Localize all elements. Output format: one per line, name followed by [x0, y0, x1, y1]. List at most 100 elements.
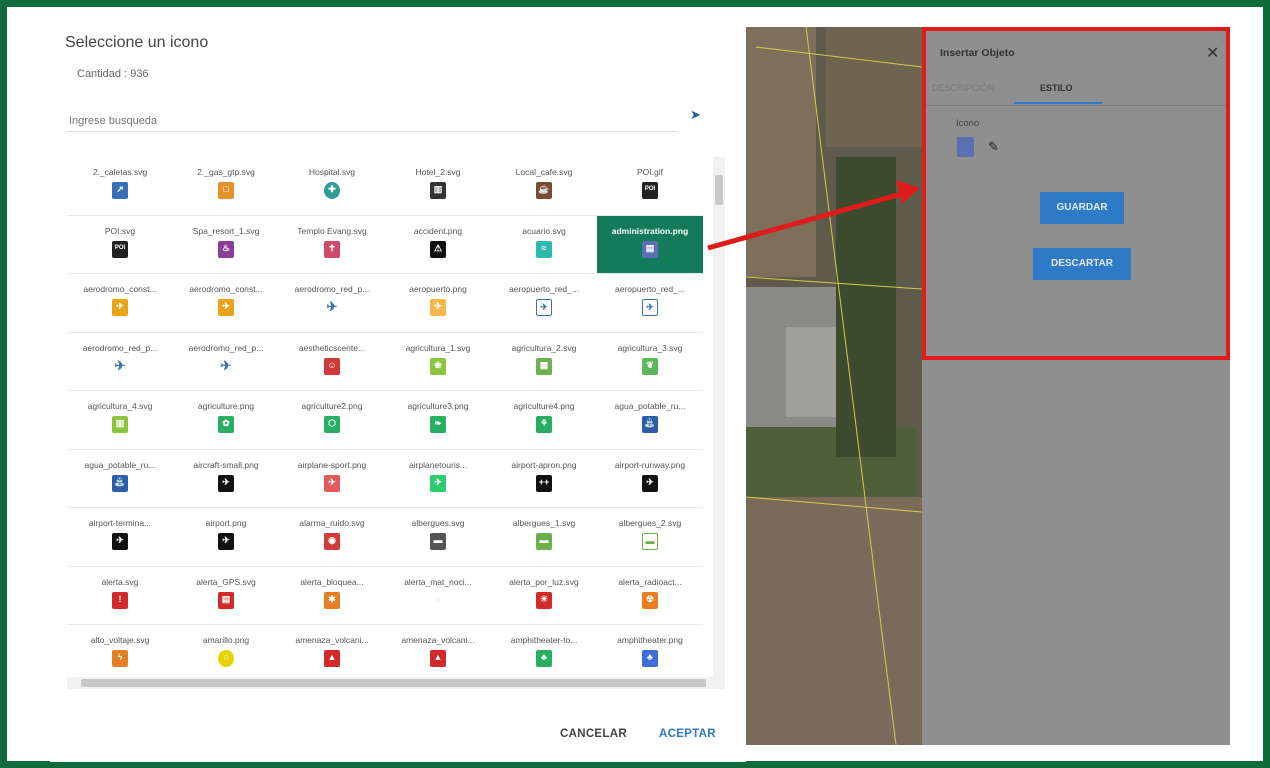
icon-cell[interactable]: aeropuerto_red_... ✈: [491, 274, 597, 333]
icon-cell[interactable]: aerodromo_const... ✈: [67, 274, 173, 333]
save-button[interactable]: GUARDAR: [1040, 192, 1124, 224]
send-icon[interactable]: ➤: [690, 107, 704, 122]
icon-cell[interactable]: aeropuerto.png ✈: [385, 274, 491, 333]
icon-cell[interactable]: alerta_bloquea... ✱: [279, 567, 385, 625]
icon-cell[interactable]: Local_cafe.svg ☕: [491, 157, 597, 216]
icon-filename: amenaza_volcani...: [295, 635, 369, 645]
icon-cell[interactable]: amphitheater.png ♣: [597, 625, 703, 675]
icon-cell[interactable]: alerta.svg!: [67, 567, 173, 625]
icon-field-label: Icono: [956, 118, 980, 129]
icon-cell[interactable]: agricultura_4.svg ▥: [67, 391, 173, 450]
icon-cell[interactable]: agua_potable_ru... ⛲: [597, 391, 703, 450]
icon-cell[interactable]: airport-termina... ✈: [67, 508, 173, 567]
icon-filename: Spa_resort_1.svg: [192, 225, 260, 236]
map-marker-icon: ++: [536, 474, 552, 492]
map-marker-icon: ▬: [430, 533, 446, 550]
map-marker-icon: ⛲: [642, 416, 658, 433]
vertical-scrollbar[interactable]: [713, 157, 725, 679]
cancel-button[interactable]: CANCELAR: [560, 728, 627, 740]
icon-cell[interactable]: amphitheater-to... ♣: [491, 625, 597, 675]
icon-cell[interactable]: Hospital.svg ✚: [279, 157, 385, 216]
map-marker-icon: □: [218, 182, 234, 199]
map-marker-icon: ϟ: [112, 650, 128, 667]
icon-filename: alto_voltaje.svg: [90, 635, 150, 645]
close-icon[interactable]: ✕: [1206, 43, 1219, 63]
icon-filename: albergues.svg: [411, 518, 465, 528]
icon-cell[interactable]: albergues.svg ▬: [385, 508, 491, 567]
icon-cell[interactable]: agua_potable_ru... ⛲: [67, 450, 173, 508]
icon-cell[interactable]: airplanetouris... ✈: [385, 450, 491, 508]
icon-cell[interactable]: Spa_resort_1.svg ♨: [173, 216, 279, 274]
icon-filename: agua_potable_ru...: [84, 459, 156, 470]
icon-filename: agricultura_2.svg: [511, 342, 577, 353]
active-tab-indicator: [1014, 102, 1102, 104]
icon-cell[interactable]: agricultura_2.svg ▦: [491, 333, 597, 391]
discard-button[interactable]: DESCARTAR: [1033, 248, 1131, 280]
icon-cell[interactable]: agricultura_3.svg ❦: [597, 333, 703, 391]
icon-cell[interactable]: aerodromo_const... ✈: [173, 274, 279, 333]
accept-button[interactable]: ACEPTAR: [659, 728, 716, 740]
icon-cell[interactable]: albergues_2.svg ▬: [597, 508, 703, 567]
icon-cell[interactable]: alerta_radioact... ☢: [597, 567, 703, 625]
search-input[interactable]: [67, 102, 677, 132]
icon-cell[interactable]: airport-apron.png ++: [491, 450, 597, 508]
icon-cell[interactable]: 2._gas_gtp.svg □: [173, 157, 279, 216]
icon-cell[interactable]: accident.png ⚠: [385, 216, 491, 274]
icon-cell[interactable]: acuario.svg ≈: [491, 216, 597, 274]
icon-cell[interactable]: administration.png ▤: [597, 215, 703, 274]
icon-cell[interactable]: albergues_1.svg ▬: [491, 508, 597, 567]
icon-filename: alarma_ruido.svg: [299, 518, 365, 528]
icon-filename: aeropuerto_red_...: [509, 284, 579, 294]
icon-cell[interactable]: airport.png ✈: [173, 508, 279, 567]
horizontal-scrollbar[interactable]: [67, 677, 725, 689]
map-marker-icon: ♨: [218, 240, 234, 258]
icon-cell[interactable]: agriculture2.png ⬡: [279, 391, 385, 450]
icon-filename: amphitheater-to...: [510, 635, 578, 645]
icon-filename: aerodromo_const...: [83, 284, 157, 294]
map-marker-icon: ▬: [642, 533, 658, 550]
icon-filename: amphitheater.png: [617, 635, 683, 645]
icon-filename: alerta_bloquea...: [300, 576, 364, 587]
icon-cell[interactable]: amenaza_volcani... ▲: [385, 625, 491, 675]
map-marker-icon: ⛲: [112, 474, 128, 492]
icon-cell[interactable]: Templo Evang.svg ✝: [279, 216, 385, 274]
icon-cell[interactable]: amarillo.png ○: [173, 625, 279, 675]
tab-style[interactable]: ESTILO: [1040, 83, 1073, 93]
icon-filename: agricultura_4.svg: [87, 401, 153, 411]
icon-cell[interactable]: aircraft-small.png ✈: [173, 450, 279, 508]
icon-cell[interactable]: aestheticscente... ☺: [279, 333, 385, 391]
icon-count: Cantidad : 936: [77, 68, 149, 80]
icon-filename: alerta_GPS.svg: [196, 576, 256, 587]
icon-cell[interactable]: agriculture4.png ⚘: [491, 391, 597, 450]
icon-cell[interactable]: aerodromo_red_p... ✈: [173, 333, 279, 391]
icon-cell[interactable]: aerodromo_red_p... ✈: [67, 333, 173, 391]
icon-filename: 2._caletas.svg: [92, 167, 148, 177]
icon-cell[interactable]: 2._caletas.svg ↗: [67, 157, 173, 216]
icon-cell[interactable]: alto_voltaje.svg ϟ: [67, 625, 173, 675]
icon-cell[interactable]: airport-runway.png ✈: [597, 450, 703, 508]
icon-cell[interactable]: amenaza_volcani... ▲: [279, 625, 385, 675]
icon-cell[interactable]: alerta_por_luz.svg ☀: [491, 567, 597, 625]
icon-cell[interactable]: alarma_ruido.svg ◉: [279, 508, 385, 567]
icon-cell[interactable]: alerta_mat_noci... ▫: [385, 567, 491, 625]
map-marker-icon: ⚘: [536, 416, 552, 433]
icon-cell[interactable]: alerta_GPS.svg ▤: [173, 567, 279, 625]
icon-filename: POI.svg: [104, 225, 136, 236]
icon-cell[interactable]: agriculture.png ✿: [173, 391, 279, 450]
icon-cell[interactable]: agricultura_1.svg ❀: [385, 333, 491, 391]
icon-cell[interactable]: Hotel_2.svg ▥: [385, 157, 491, 216]
icon-cell[interactable]: POI.svg POI: [67, 216, 173, 274]
map-marker-icon: ❧: [430, 416, 446, 433]
icon-cell[interactable]: aeropuerto_red_... ✈: [597, 274, 703, 333]
icon-cell[interactable]: POI.gif POI: [597, 157, 703, 216]
icon-cell[interactable]: aerodromo_red_p... ✈: [279, 274, 385, 333]
icon-filename: albergues_1.svg: [512, 518, 576, 528]
icon-filename: POI.gif: [637, 167, 663, 177]
icon-cell[interactable]: agriculture3.png ❧: [385, 391, 491, 450]
scroll-thumb[interactable]: [715, 175, 723, 205]
pencil-icon[interactable]: ✎: [988, 139, 999, 155]
icon-cell[interactable]: airplane-sport.png ✈: [279, 450, 385, 508]
tab-description[interactable]: DESCRIPCIÓN: [932, 83, 995, 93]
scroll-thumb[interactable]: [81, 679, 706, 687]
map-marker-icon: ▥: [112, 416, 128, 433]
